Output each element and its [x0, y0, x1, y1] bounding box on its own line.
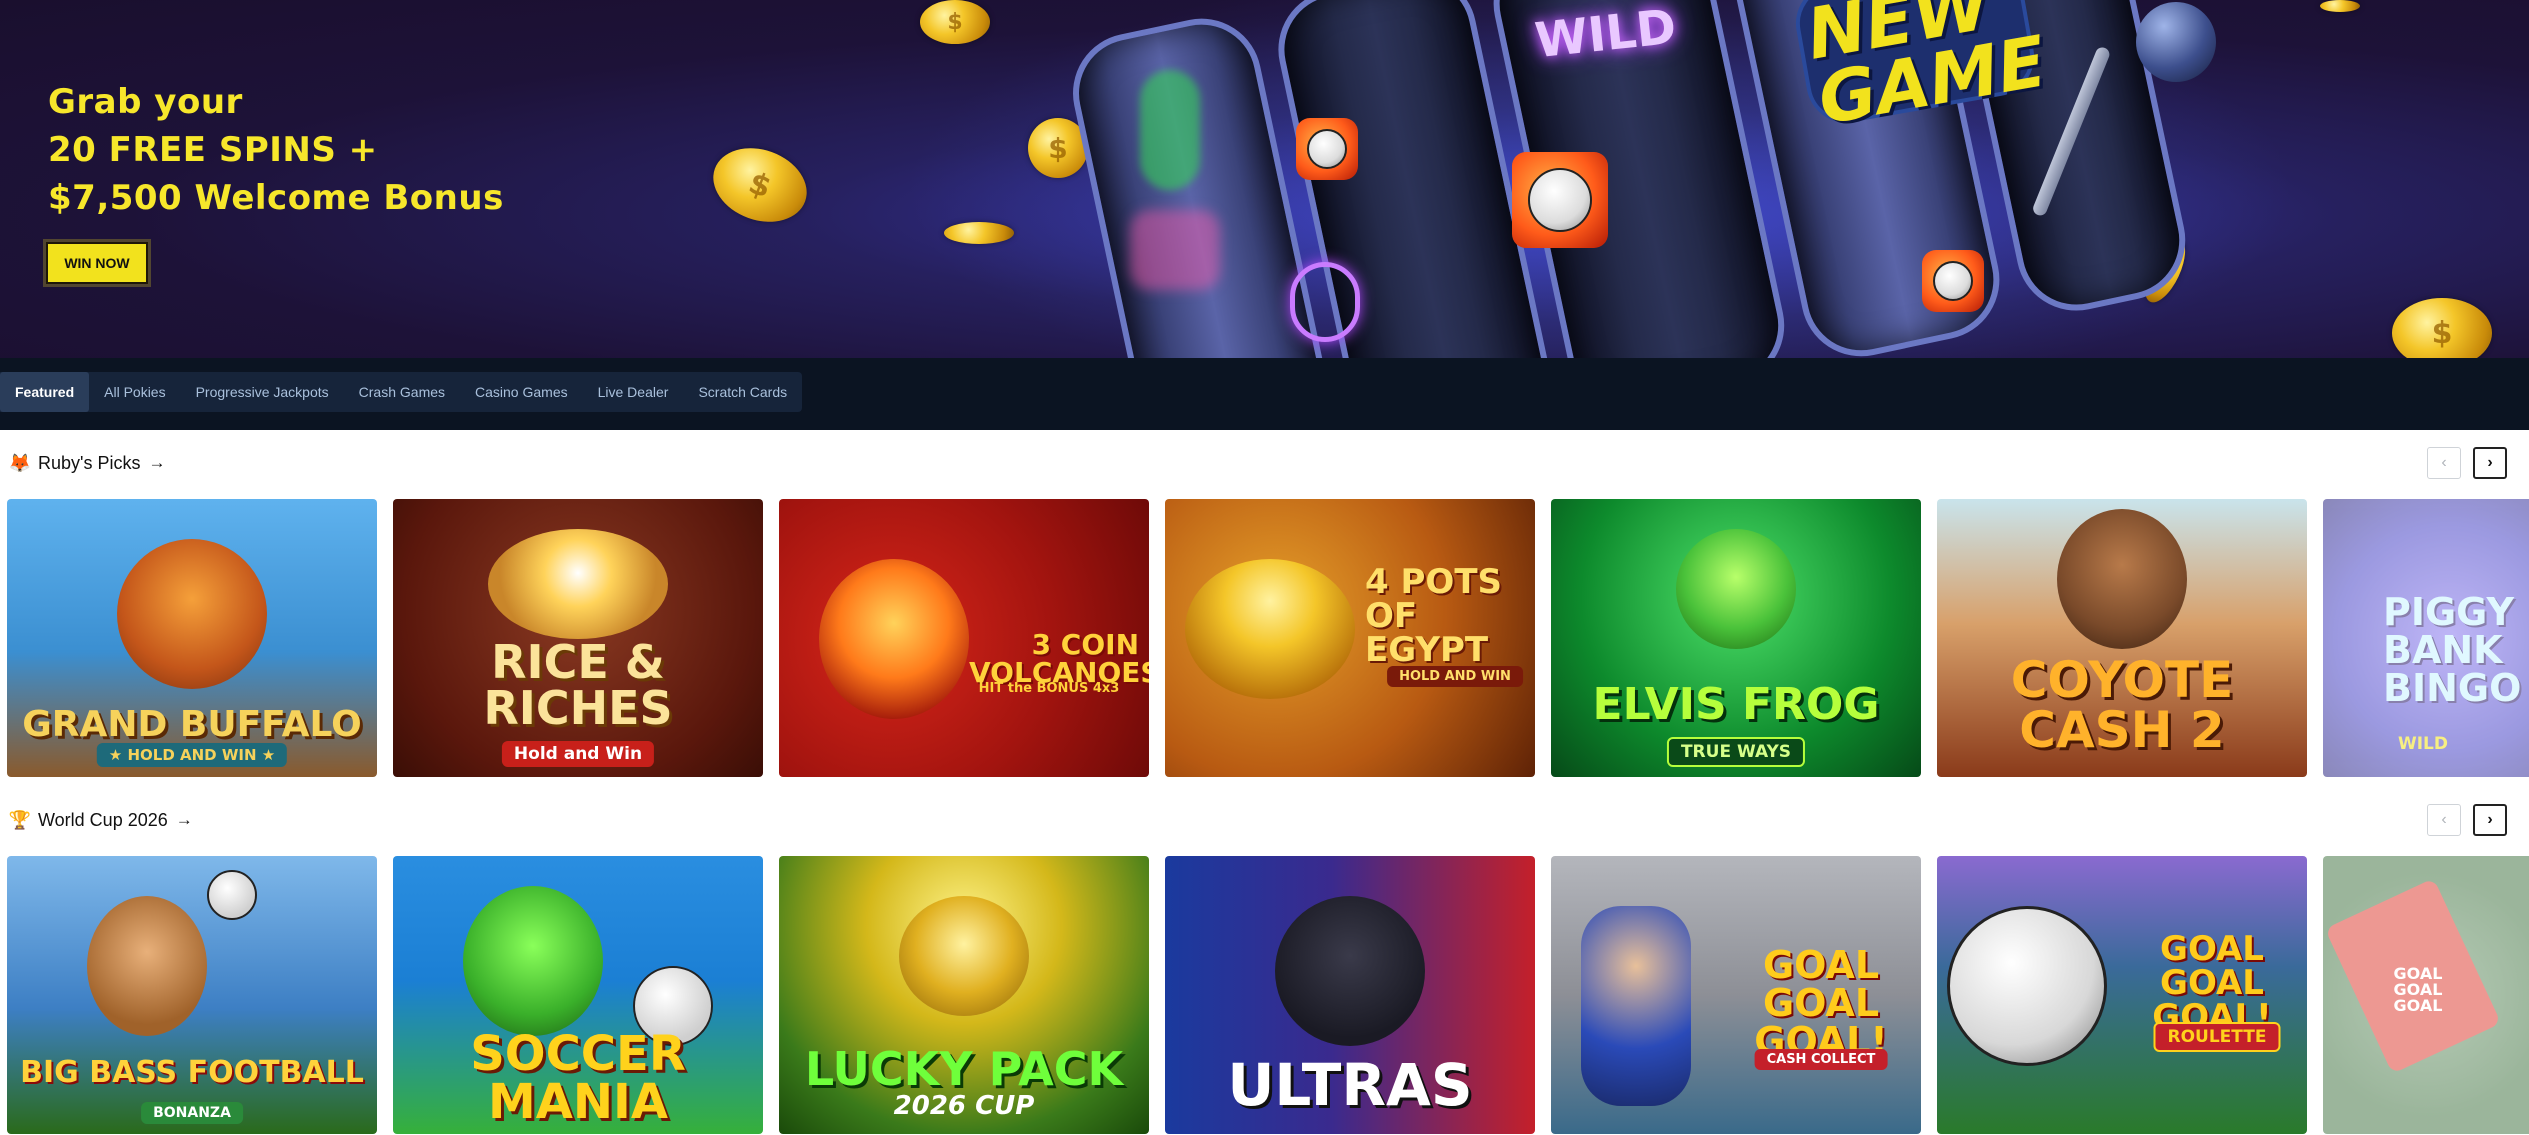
game-subtitle: Hold and Win	[501, 741, 655, 767]
game-title: BIG BASS FOOTBALL	[20, 1055, 364, 1090]
trophy-icon: 🏆	[8, 809, 32, 830]
tab-progressive-jackpots[interactable]: Progressive Jackpots	[181, 372, 344, 412]
win-now-button[interactable]: WIN NOW	[46, 242, 148, 284]
game-tile[interactable]: ULTRAS	[1165, 856, 1535, 1134]
game-tile[interactable]: 4 POTS OF EGYPT HOLD AND WIN	[1165, 499, 1535, 777]
game-title: 4 POTS OF EGYPT	[1365, 562, 1502, 670]
slot-lever-knob	[2136, 2, 2216, 82]
game-tile[interactable]: LUCKY PACK 2026 CUP	[779, 856, 1149, 1134]
game-tile[interactable]: GOAL GOAL GOAL! ROULETTE	[1937, 856, 2307, 1134]
tab-crash-games[interactable]: Crash Games	[344, 372, 460, 412]
game-tile[interactable]: GOAL GOAL GOAL	[2323, 856, 2529, 1134]
section-header-rubys-picks: 🦊 Ruby's Picks →	[8, 448, 166, 478]
arrow-right-icon[interactable]: →	[148, 453, 165, 473]
game-tile[interactable]: GOAL GOAL GOAL! CASH COLLECT	[1551, 856, 1921, 1134]
section-header-world-cup: 🏆 World Cup 2026 →	[8, 805, 193, 835]
soccer-ball-icon	[1296, 118, 1358, 180]
carousel-controls: ‹ ›	[2427, 804, 2507, 836]
coin-icon	[944, 222, 1014, 244]
game-title: GOAL GOAL GOAL!	[1754, 943, 1888, 1063]
carousel-prev-button[interactable]: ‹	[2427, 447, 2461, 479]
game-title: GOAL GOAL GOAL!	[2152, 929, 2272, 1037]
game-title: COYOTE CASH 2	[2010, 651, 2234, 759]
carousel-controls: ‹ ›	[2427, 447, 2507, 479]
game-title: SOCCER MANIA	[470, 1026, 686, 1130]
game-tile[interactable]: ELVIS FROG TRUE WAYS	[1551, 499, 1921, 777]
coin-icon: $	[920, 0, 990, 44]
headline-line: Grab your	[48, 82, 243, 122]
tab-all-pokies[interactable]: All Pokies	[89, 372, 180, 412]
game-carousel-rubys-picks: GRAND BUFFALO ★ HOLD AND WIN ★ RICE & RI…	[7, 499, 2529, 777]
neon-symbol	[1140, 70, 1200, 190]
game-tile[interactable]: RICE & RICHES Hold and Win	[393, 499, 763, 777]
game-tile[interactable]: GRAND BUFFALO ★ HOLD AND WIN ★	[7, 499, 377, 777]
promo-headline: Grab your 20 FREE SPINS + $7,500 Welcome…	[48, 78, 504, 222]
category-nav: Featured All Pokies Progressive Jackpots…	[0, 358, 2529, 430]
tab-scratch-cards[interactable]: Scratch Cards	[683, 372, 802, 412]
carousel-next-button[interactable]: ›	[2473, 804, 2507, 836]
carousel-prev-button[interactable]: ‹	[2427, 804, 2461, 836]
game-title: ELVIS FROG	[1592, 679, 1880, 730]
game-title: GOAL GOAL GOAL	[2393, 964, 2443, 1015]
promo-banner[interactable]: $ $ $ $ WILD NEW GAME Grab your 20 FREE …	[0, 0, 2529, 358]
grapes-icon	[1290, 262, 1360, 342]
section-title[interactable]: World Cup 2026	[38, 810, 168, 831]
game-subtitle: ★ HOLD AND WIN ★	[96, 743, 288, 767]
category-tabs: Featured All Pokies Progressive Jackpots…	[0, 372, 803, 412]
game-title: PIGGY BANK BINGO	[2383, 590, 2522, 710]
soccer-ball-icon	[1512, 152, 1608, 248]
game-subtitle: HIT the BONUS 4x3	[978, 681, 1120, 696]
coin-icon	[2320, 0, 2360, 12]
headline-line: 20 FREE SPINS +	[48, 130, 378, 170]
coin-icon: $	[2392, 298, 2492, 358]
tab-live-dealer[interactable]: Live Dealer	[583, 372, 684, 412]
game-title: LUCKY PACK	[804, 1042, 1124, 1096]
game-subtitle: CASH COLLECT	[1754, 1049, 1888, 1070]
soccer-ball-icon	[1922, 250, 1984, 312]
arrow-right-icon[interactable]: →	[176, 810, 193, 830]
tab-featured[interactable]: Featured	[0, 372, 90, 412]
game-tile[interactable]: COYOTE CASH 2	[1937, 499, 2307, 777]
carousel-next-button[interactable]: ›	[2473, 447, 2507, 479]
section-title[interactable]: Ruby's Picks	[38, 453, 140, 474]
game-tile[interactable]: BIG BASS FOOTBALL BONANZA	[7, 856, 377, 1134]
headline-line: $7,500 Welcome Bonus	[48, 178, 504, 218]
game-carousel-world-cup: BIG BASS FOOTBALL BONANZA SOCCER MANIA L…	[7, 856, 2529, 1134]
game-tile[interactable]: 3 COIN VOLCANOES HIT the BONUS 4x3	[779, 499, 1149, 777]
neon-symbol	[1130, 210, 1220, 290]
game-subtitle: HOLD AND WIN	[1387, 666, 1523, 687]
game-title: RICE & RICHES	[483, 635, 673, 735]
coin-icon: $	[702, 135, 818, 235]
game-subtitle: ROULETTE	[2153, 1022, 2281, 1052]
game-title: GRAND BUFFALO	[22, 704, 362, 745]
game-subtitle: BONANZA	[141, 1102, 243, 1124]
game-subtitle: TRUE WAYS	[1666, 737, 1806, 767]
game-title: ULTRAS	[1227, 1051, 1473, 1119]
tab-casino-games[interactable]: Casino Games	[460, 372, 583, 412]
game-tile[interactable]: PIGGY BANK BINGO WILD	[2323, 499, 2529, 777]
game-subtitle: 2026 CUP	[893, 1091, 1035, 1121]
game-tile[interactable]: SOCCER MANIA	[393, 856, 763, 1134]
game-subtitle: WILD	[2397, 734, 2449, 754]
ruby-mascot-icon: 🦊	[8, 452, 32, 473]
